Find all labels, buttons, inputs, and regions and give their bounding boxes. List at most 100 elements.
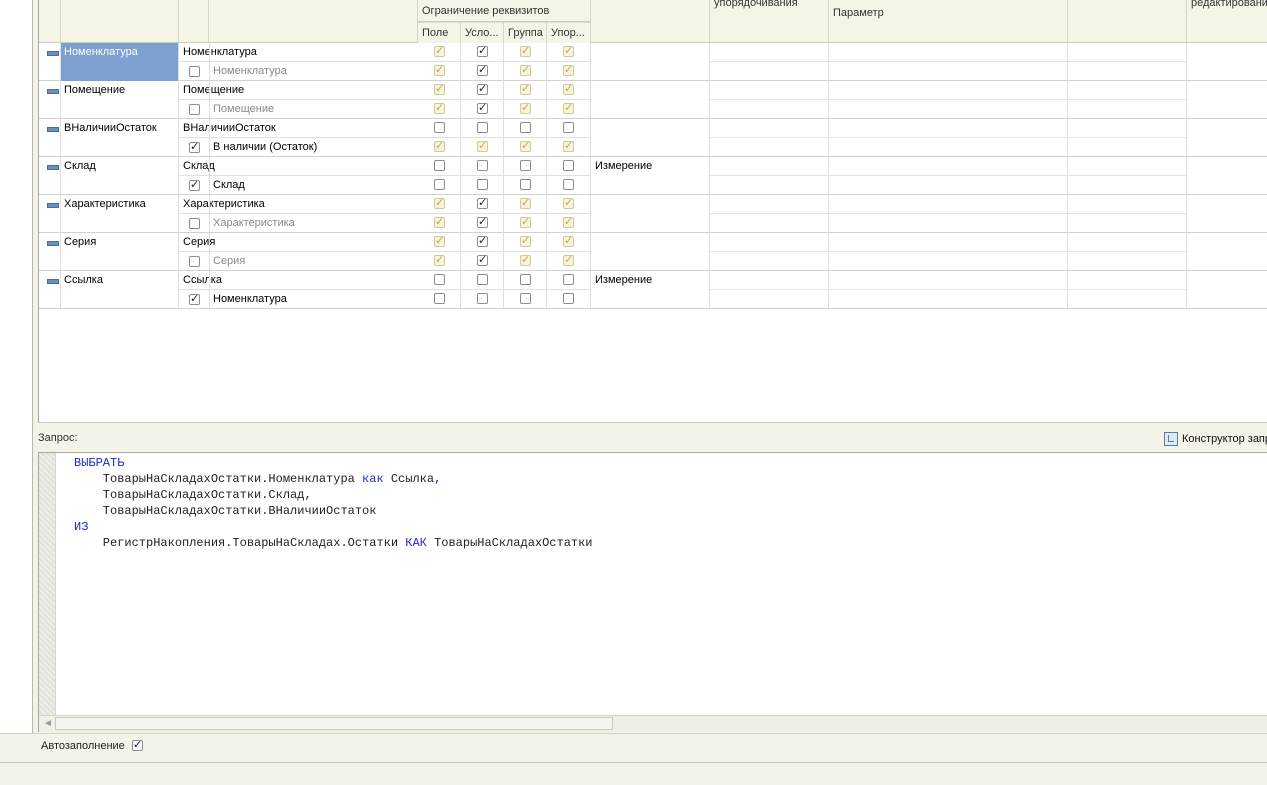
restriction-checkbox[interactable] (520, 63, 531, 76)
grid-cell[interactable] (1068, 81, 1187, 100)
role-cell[interactable]: Измерение (591, 157, 710, 195)
restriction-checkbox[interactable] (520, 274, 531, 285)
restriction-checkbox[interactable] (434, 196, 445, 209)
header-cell-role[interactable] (591, 0, 710, 43)
field-name-cell[interactable]: Склад (61, 157, 179, 195)
horizontal-scrollbar[interactable]: ◄ (39, 715, 1267, 732)
restriction-checkbox[interactable] (563, 253, 574, 266)
restriction-checkbox[interactable] (563, 139, 574, 152)
restriction-checkbox[interactable] (563, 44, 574, 57)
restriction-checkbox[interactable] (520, 101, 531, 114)
subheader-field[interactable]: Поле (418, 22, 461, 43)
grid-cell[interactable] (829, 157, 1068, 176)
restriction-checkbox[interactable] (563, 63, 574, 76)
restriction-checkbox[interactable] (520, 196, 531, 209)
restriction-checkbox[interactable] (563, 82, 574, 95)
restriction-checkbox[interactable] (434, 101, 445, 114)
table-row[interactable]: Ссылка Ссылка Номенклатура Измерение (39, 271, 1267, 309)
grid-cell[interactable] (829, 252, 1068, 271)
field-name-cell[interactable]: ВНаличииОстаток (61, 119, 179, 157)
table-row[interactable]: Помещение Помещение Помещение (39, 81, 1267, 119)
grid-cell[interactable] (710, 214, 829, 233)
restriction-checkbox[interactable] (434, 179, 445, 190)
grid-cell[interactable] (1068, 119, 1187, 138)
expand-cell[interactable] (39, 271, 61, 309)
field-name-cell[interactable]: Ссылка (61, 271, 179, 309)
grid-cell[interactable] (1068, 271, 1187, 290)
restriction-checkbox[interactable] (520, 253, 531, 266)
grid-cell[interactable] (829, 138, 1068, 157)
grid-cell[interactable] (829, 214, 1068, 233)
query-editor[interactable]: ВЫБРАТЬ ТоварыНаСкладахОстатки.Номенклат… (38, 452, 1267, 732)
restriction-checkbox[interactable] (434, 44, 445, 57)
grid-cell[interactable] (710, 81, 829, 100)
grid-cell[interactable] (710, 176, 829, 195)
collapse-icon[interactable] (47, 241, 59, 246)
role-cell[interactable] (591, 43, 710, 81)
restriction-checkbox[interactable] (520, 179, 531, 190)
code-line[interactable]: ВЫБРАТЬ (74, 455, 593, 471)
subheader-group[interactable]: Группа (504, 22, 547, 43)
grid-cell[interactable] (710, 119, 829, 138)
restriction-checkbox[interactable] (563, 179, 574, 190)
grid-cell[interactable] (710, 195, 829, 214)
restriction-checkbox[interactable] (434, 139, 445, 152)
restriction-checkbox[interactable] (477, 63, 488, 76)
grid-cell[interactable] (829, 100, 1068, 119)
table-row[interactable]: ВНаличииОстаток ВНаличииОстаток В наличии … (39, 119, 1267, 157)
header-cell-parameter[interactable]: Параметр (829, 0, 1068, 43)
restriction-checkbox[interactable] (563, 196, 574, 209)
grid-cell[interactable] (829, 271, 1068, 290)
grid-cell[interactable] (829, 81, 1068, 100)
title-checkbox[interactable] (189, 104, 200, 115)
restriction-checkbox[interactable] (434, 215, 445, 228)
collapse-icon[interactable] (47, 279, 59, 284)
restriction-checkbox[interactable] (563, 215, 574, 228)
header-cell-extra[interactable] (1068, 0, 1187, 43)
header-cell-ordering[interactable]: упорядочивания (710, 0, 829, 43)
grid-cell[interactable] (829, 233, 1068, 252)
restriction-checkbox[interactable] (477, 234, 488, 247)
grid-cell[interactable] (829, 195, 1068, 214)
code-line[interactable]: ИЗ (74, 519, 593, 535)
role-cell[interactable] (591, 195, 710, 233)
restriction-checkbox[interactable] (563, 122, 574, 133)
collapse-icon[interactable] (47, 51, 59, 56)
expand-cell[interactable] (39, 119, 61, 157)
grid-cell[interactable] (1068, 62, 1187, 81)
grid-cell[interactable] (710, 290, 829, 309)
restriction-checkbox[interactable] (477, 101, 488, 114)
restriction-checkbox[interactable] (434, 63, 445, 76)
restriction-checkbox[interactable] (434, 274, 445, 285)
subheader-condition[interactable]: Усло... (461, 22, 504, 43)
grid-cell[interactable] (710, 252, 829, 271)
restriction-checkbox[interactable] (477, 293, 488, 304)
restriction-checkbox[interactable] (563, 160, 574, 171)
code-line[interactable]: РегистрНакопления.ТоварыНаСкладах.Остатк… (74, 535, 593, 551)
grid-cell[interactable] (1068, 100, 1187, 119)
restriction-checkbox[interactable] (477, 139, 488, 152)
restriction-checkbox[interactable] (477, 160, 488, 171)
autofill-checkbox[interactable] (132, 738, 143, 751)
restriction-checkbox[interactable] (434, 122, 445, 133)
grid-cell[interactable] (1068, 233, 1187, 252)
restriction-checkbox[interactable] (477, 253, 488, 266)
grid-cell[interactable] (710, 138, 829, 157)
scroll-left-arrow-icon[interactable]: ◄ (43, 718, 53, 729)
collapse-icon[interactable] (47, 203, 59, 208)
restriction-checkbox[interactable] (477, 179, 488, 190)
grid-cell[interactable] (829, 290, 1068, 309)
restriction-checkbox[interactable] (520, 44, 531, 57)
field-name-cell[interactable]: Характеристика (61, 195, 179, 233)
scrollbar-thumb[interactable] (55, 717, 613, 730)
restriction-checkbox[interactable] (520, 82, 531, 95)
field-name-cell[interactable]: Помещение (61, 81, 179, 119)
restriction-checkbox[interactable] (434, 234, 445, 247)
title-checkbox[interactable] (189, 140, 200, 153)
grid-cell[interactable] (1068, 252, 1187, 271)
restriction-checkbox[interactable] (434, 160, 445, 171)
restriction-checkbox[interactable] (477, 44, 488, 57)
title-checkbox[interactable] (189, 218, 200, 229)
header-cell-name[interactable] (61, 0, 179, 43)
restriction-checkbox[interactable] (563, 101, 574, 114)
